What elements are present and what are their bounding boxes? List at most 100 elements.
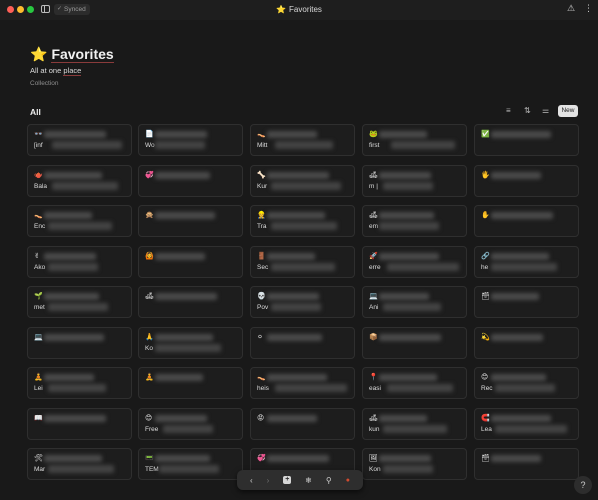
redacted-text <box>44 171 102 179</box>
favorite-card[interactable]: 🛋 <box>138 286 243 318</box>
redacted-text <box>44 374 94 381</box>
favorite-card[interactable]: 😊 Rec <box>474 367 579 399</box>
favorite-card[interactable]: 📍 easi <box>362 367 467 399</box>
card-emoji-icon: 🖼 <box>369 455 378 462</box>
favorite-card[interactable]: 🫖 Bala <box>27 164 132 197</box>
card-emoji-icon: 💞 <box>145 171 154 179</box>
favorite-card[interactable]: 🧘 Lei <box>27 367 132 399</box>
favorite-card[interactable]: ✌ Ako <box>27 245 132 278</box>
favorite-card[interactable]: 🧲 Lea <box>474 407 579 440</box>
favorite-card[interactable]: 🚪 Sec <box>250 245 355 278</box>
tab-all[interactable]: All <box>30 107 41 117</box>
card-emoji-icon: 🛠 <box>34 455 43 462</box>
redacted-text <box>267 131 317 138</box>
card-emoji-icon: 💫 <box>481 333 490 341</box>
favorite-card[interactable]: 🛠 Mar <box>27 448 132 480</box>
favorite-card[interactable]: 🚀 erre <box>362 245 467 278</box>
add-icon[interactable]: + <box>283 476 292 484</box>
redacted-text <box>44 212 92 219</box>
favorite-card[interactable]: 🗃 <box>474 286 579 318</box>
favorite-card[interactable]: 🌱 met <box>27 286 132 318</box>
favorite-card[interactable]: 👡 Mitt <box>250 124 355 156</box>
favorite-card[interactable]: 🖼 Kon <box>362 448 467 480</box>
redacted-text <box>155 293 217 300</box>
favorite-card[interactable]: 💻 <box>27 326 132 359</box>
more-options-icon[interactable]: ⋮ <box>584 3 593 14</box>
favorite-card[interactable]: 🦴 Kur <box>250 164 355 197</box>
favorite-card[interactable]: 💀 Pov <box>250 286 355 318</box>
favorite-card[interactable]: 🛋 kun <box>362 407 467 440</box>
card-emoji-icon: 👡 <box>34 212 43 219</box>
card-label: Mitt <box>257 142 268 149</box>
favorite-card[interactable]: 🐸 first <box>362 124 467 156</box>
favorite-card[interactable]: 🛋 m | <box>362 164 467 197</box>
favorite-card[interactable]: 🙏 Ko <box>138 326 243 359</box>
card-emoji-icon: 🧲 <box>481 414 490 422</box>
favorite-card[interactable]: ⚪ <box>250 326 355 359</box>
card-label: Kur <box>257 182 268 190</box>
forward-arrow-icon[interactable]: › <box>267 476 270 485</box>
favorite-card[interactable]: 📄 Wo <box>138 124 243 156</box>
favorite-card[interactable]: 👡 heis <box>250 367 355 399</box>
favorite-card[interactable]: 😊 Free <box>138 407 243 440</box>
snowflake-icon[interactable]: ❄ <box>305 476 312 485</box>
favorite-card[interactable]: 💞 <box>138 164 243 197</box>
card-emoji-icon: 📦 <box>369 333 378 341</box>
star-icon: ⭐ <box>30 46 48 62</box>
favorite-card[interactable]: 🛋 em <box>362 205 467 237</box>
favorite-card[interactable]: 📖 <box>27 407 132 440</box>
favorite-card[interactable]: 🙆 <box>138 245 243 278</box>
favorite-card[interactable]: ✅ <box>474 124 579 156</box>
page-subtitle: All at one place <box>30 66 82 76</box>
favorite-card[interactable]: 👷 Tra <box>250 205 355 237</box>
favorite-card[interactable]: 🧘 <box>138 367 243 399</box>
favorite-card[interactable]: ✋ <box>474 205 579 237</box>
bottom-toolbar: ‹ › + ❄ ⚲ ● <box>237 470 363 490</box>
redacted-text <box>44 252 96 260</box>
favorite-card[interactable]: 🙊 <box>138 205 243 237</box>
redacted-text <box>491 131 551 138</box>
sort-icon[interactable]: ⇅ <box>524 106 531 115</box>
card-emoji-icon: 🚪 <box>257 252 266 260</box>
redacted-text <box>155 455 210 462</box>
record-icon[interactable]: ● <box>346 477 350 484</box>
favorite-card[interactable]: 📟 TEM <box>138 448 243 480</box>
favorite-card[interactable]: 👡 Enc <box>27 205 132 237</box>
favorite-card[interactable]: 🗃 <box>474 448 579 480</box>
search-icon[interactable]: ⚲ <box>326 476 332 485</box>
star-icon: ⭐ <box>276 5 287 14</box>
redacted-text <box>491 293 539 300</box>
card-label: he <box>481 263 489 271</box>
card-label: Kon <box>369 466 381 473</box>
card-label: Enc <box>34 223 46 230</box>
back-arrow-icon[interactable]: ‹ <box>250 476 253 485</box>
redacted-text <box>491 212 553 219</box>
redacted-text <box>155 141 205 149</box>
filter-icon[interactable]: ≡ <box>506 106 511 115</box>
card-emoji-icon: 🦴 <box>257 171 266 179</box>
view-settings-icon[interactable]: ⚌ <box>542 106 549 115</box>
redacted-text <box>155 333 213 341</box>
subtitle-link[interactable]: place <box>63 66 82 76</box>
help-icon[interactable]: ? <box>574 476 592 494</box>
card-label: kun <box>369 425 380 433</box>
favorite-card[interactable]: 🔗 he <box>474 245 579 278</box>
redacted-text <box>44 131 106 138</box>
favorite-card[interactable]: 😡 <box>250 407 355 440</box>
redacted-text <box>44 414 106 422</box>
redacted-text <box>267 212 325 219</box>
card-emoji-icon: 🗃 <box>481 293 490 300</box>
card-emoji-icon: ✌ <box>34 252 40 260</box>
favorite-card[interactable]: 📦 <box>362 326 467 359</box>
redacted-text <box>383 424 447 433</box>
favorite-card[interactable]: 💻 Ani <box>362 286 467 318</box>
new-button[interactable]: New <box>558 105 578 117</box>
page-title-text[interactable]: Favorites <box>51 46 114 63</box>
redacted-text <box>491 414 551 422</box>
warning-icon[interactable]: ⚠ <box>567 3 575 14</box>
card-emoji-icon: 😡 <box>257 414 265 422</box>
favorite-card[interactable]: 💫 <box>474 326 579 359</box>
favorite-card[interactable]: 👓 [inf <box>27 124 132 156</box>
favorite-card[interactable]: 🖐 <box>474 164 579 197</box>
card-emoji-icon: 😊 <box>145 414 153 422</box>
